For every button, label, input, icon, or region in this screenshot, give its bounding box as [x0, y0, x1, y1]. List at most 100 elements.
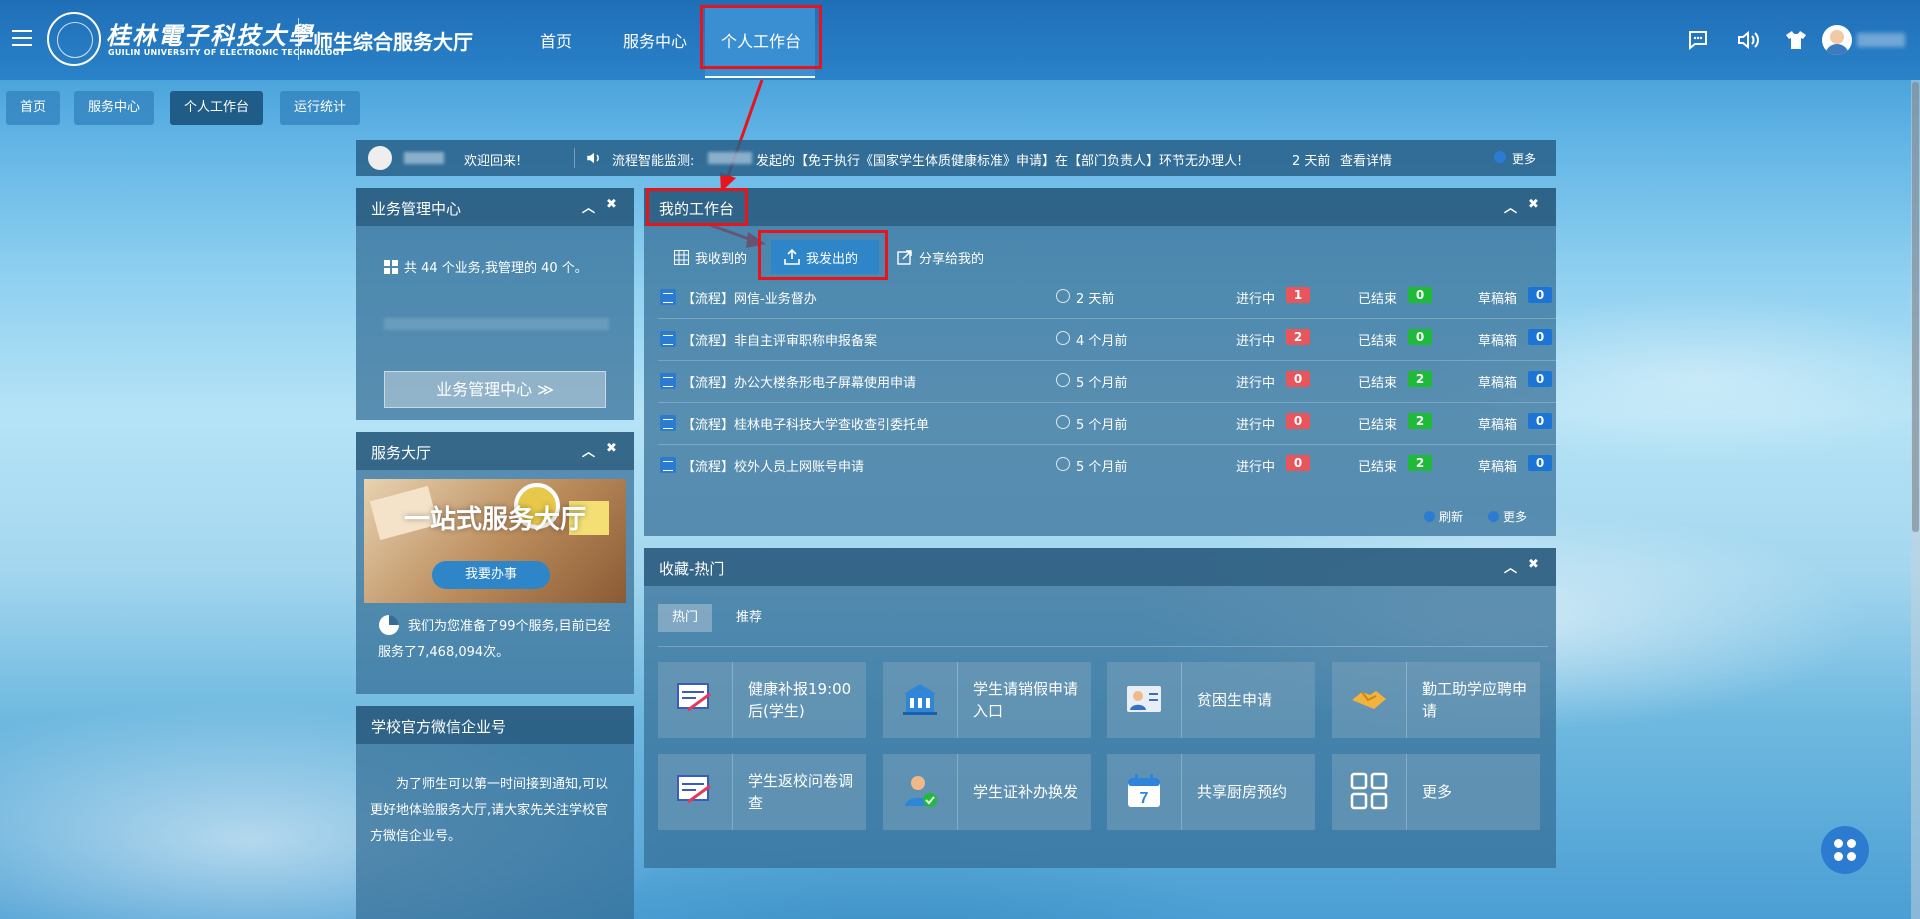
- tab-service-center[interactable]: 服务中心: [74, 91, 155, 125]
- done-label: 已结束: [1358, 292, 1398, 307]
- collapse-icon[interactable]: ︿: [1504, 197, 1517, 216]
- draft-count[interactable]: 0: [1528, 413, 1552, 429]
- banner-title: 一站式服务大厅: [403, 505, 586, 535]
- tile-label: 学生证补办换发: [973, 783, 1079, 801]
- apps-float-button[interactable]: [1821, 826, 1869, 874]
- tile-icon-box: [883, 662, 958, 738]
- tile-kitchen-booking[interactable]: 7 共享厨房预约: [1107, 754, 1315, 830]
- user-check-icon: [905, 776, 937, 807]
- tile-label: 健康补报19:00后(学生): [748, 680, 852, 720]
- refresh-link[interactable]: 刷新: [1424, 508, 1463, 525]
- tile-label: 学生请销假申请入口: [973, 680, 1079, 720]
- subtab-shared[interactable]: 分享给我的: [919, 248, 984, 267]
- collapse-icon[interactable]: ︿: [1504, 557, 1517, 576]
- panel-title: 我的工作台: [659, 200, 735, 218]
- workflow-name[interactable]: 【流程】办公大楼条形电子屏幕使用申请: [682, 372, 916, 391]
- draft-count[interactable]: 0: [1528, 371, 1552, 387]
- running-count[interactable]: 1: [1286, 287, 1310, 303]
- notice-divider: [574, 148, 575, 168]
- table-icon: [674, 250, 689, 265]
- done-count[interactable]: 0: [1408, 287, 1432, 303]
- tile-icon-box: [658, 662, 733, 738]
- tab-run-stats[interactable]: 运行统计: [280, 91, 361, 125]
- tab-recommend[interactable]: 推荐: [722, 604, 776, 632]
- calendar-icon: 7: [1128, 774, 1160, 807]
- done-count[interactable]: 2: [1408, 371, 1432, 387]
- running-count[interactable]: 0: [1286, 371, 1310, 387]
- panel-title: 服务大厅: [371, 444, 432, 462]
- scrollbar-thumb[interactable]: [1912, 82, 1919, 532]
- workflow-row[interactable]: 【流程】网信-业务督办 2 天前 进行中 1 已结束 0 草稿箱 0: [658, 276, 1558, 319]
- do-business-button[interactable]: 我要办事: [432, 561, 550, 589]
- workflow-name[interactable]: 【流程】非自主评审职称申报备案: [682, 330, 877, 349]
- tile-label: 勤工助学应聘申请: [1422, 680, 1528, 720]
- nav-service-center[interactable]: 服务中心: [623, 28, 687, 52]
- tab-hot[interactable]: 热门: [658, 604, 713, 632]
- view-detail-link[interactable]: 查看详情: [1340, 150, 1392, 169]
- workflow-time: 4 个月前: [1076, 334, 1128, 349]
- draft-count[interactable]: 0: [1528, 455, 1552, 471]
- dot: [1834, 852, 1843, 861]
- draft-count[interactable]: 0: [1528, 287, 1552, 303]
- nav-personal-workbench[interactable]: 个人工作台: [721, 28, 801, 52]
- workflow-name[interactable]: 【流程】桂林电子科技大学查收查引委托单: [682, 414, 929, 433]
- tile-return-survey[interactable]: 学生返校问卷调查: [658, 754, 866, 830]
- tile-more[interactable]: 更多: [1332, 754, 1540, 830]
- collapse-icon[interactable]: ︿: [582, 441, 595, 460]
- workflow-row[interactable]: 【流程】非自主评审职称申报备案 4 个月前 进行中 2 已结束 0 草稿箱 0: [658, 318, 1558, 361]
- running-count[interactable]: 0: [1286, 413, 1310, 429]
- tile-leave-request[interactable]: 学生请销假申请入口: [883, 662, 1091, 738]
- top-bar: 桂林電子科技大學 GUILIN UNIVERSITY OF ELECTRONIC…: [0, 0, 1920, 80]
- grid-icon: [1350, 772, 1388, 810]
- document-icon: [660, 457, 676, 473]
- close-icon[interactable]: ✖: [1528, 197, 1539, 212]
- done-count[interactable]: 0: [1408, 329, 1432, 345]
- running-count[interactable]: 2: [1286, 329, 1310, 345]
- notice-more-link[interactable]: 更多: [1512, 150, 1536, 167]
- subtab-sent[interactable]: 我发出的: [806, 248, 858, 267]
- close-icon[interactable]: ✖: [1528, 557, 1539, 572]
- done-count[interactable]: 2: [1408, 413, 1432, 429]
- draft-label: 草稿箱: [1478, 292, 1518, 307]
- tile-poverty-aid[interactable]: 贫困生申请: [1107, 662, 1315, 738]
- speaker-icon[interactable]: [1736, 28, 1760, 52]
- building-icon: [903, 684, 937, 715]
- tab-personal-workbench[interactable]: 个人工作台: [170, 91, 264, 125]
- done-label: 已结束: [1358, 418, 1398, 433]
- workflow-time: 5 个月前: [1076, 460, 1128, 475]
- workflow-row[interactable]: 【流程】办公大楼条形电子屏幕使用申请 5 个月前 进行中 0 已结束 2 草稿箱…: [658, 360, 1558, 403]
- tile-health-report[interactable]: 健康补报19:00后(学生): [658, 662, 866, 738]
- tshirt-icon[interactable]: [1784, 28, 1808, 52]
- clock-icon: [1056, 331, 1070, 345]
- workbench-more-link[interactable]: 更多: [1488, 508, 1527, 525]
- workflow-name[interactable]: 【流程】校外人员上网账号申请: [682, 456, 864, 475]
- monitor-label: 流程智能监测:: [612, 154, 695, 169]
- workflow-name[interactable]: 【流程】网信-业务督办: [682, 288, 817, 307]
- workflow-time: 5 个月前: [1076, 418, 1128, 433]
- close-icon[interactable]: ✖: [606, 197, 617, 212]
- running-count[interactable]: 0: [1286, 455, 1310, 471]
- done-label: 已结束: [1358, 460, 1398, 475]
- my-workbench-panel: 我的工作台 ︿ ✖ 我收到的 我发出的 分享给我的 【流程】网信-业务督办 2 …: [644, 188, 1558, 536]
- collapse-icon[interactable]: ︿: [582, 197, 595, 216]
- refresh-label: 刷新: [1439, 510, 1464, 524]
- user-avatar[interactable]: [1822, 25, 1852, 55]
- document-icon: [660, 373, 676, 389]
- subtab-received[interactable]: 我收到的: [695, 248, 747, 267]
- panel-header: 业务管理中心 ︿ ✖: [356, 188, 634, 226]
- wechat-panel: 学校官方微信企业号 为了师生可以第一时间接到通知,可以更好地体验服务大厅,请大家…: [356, 706, 634, 919]
- nav-home[interactable]: 首页: [540, 28, 572, 52]
- business-center-button[interactable]: 业务管理中心 ≫: [384, 371, 606, 408]
- service-hall-banner[interactable]: 一站式服务大厅 我要办事: [364, 479, 626, 603]
- close-icon[interactable]: ✖: [606, 441, 617, 456]
- draft-label: 草稿箱: [1478, 376, 1518, 391]
- menu-icon[interactable]: [12, 30, 32, 46]
- tile-work-study[interactable]: 勤工助学应聘申请: [1332, 662, 1540, 738]
- done-count[interactable]: 2: [1408, 455, 1432, 471]
- chat-icon[interactable]: [1686, 28, 1710, 52]
- tab-home[interactable]: 首页: [6, 91, 61, 125]
- tile-student-card[interactable]: 学生证补办换发: [883, 754, 1091, 830]
- workflow-row[interactable]: 【流程】校外人员上网账号申请 5 个月前 进行中 0 已结束 2 草稿箱 0: [658, 444, 1558, 486]
- workflow-row[interactable]: 【流程】桂林电子科技大学查收查引委托单 5 个月前 进行中 0 已结束 2 草稿…: [658, 402, 1558, 445]
- draft-count[interactable]: 0: [1528, 329, 1552, 345]
